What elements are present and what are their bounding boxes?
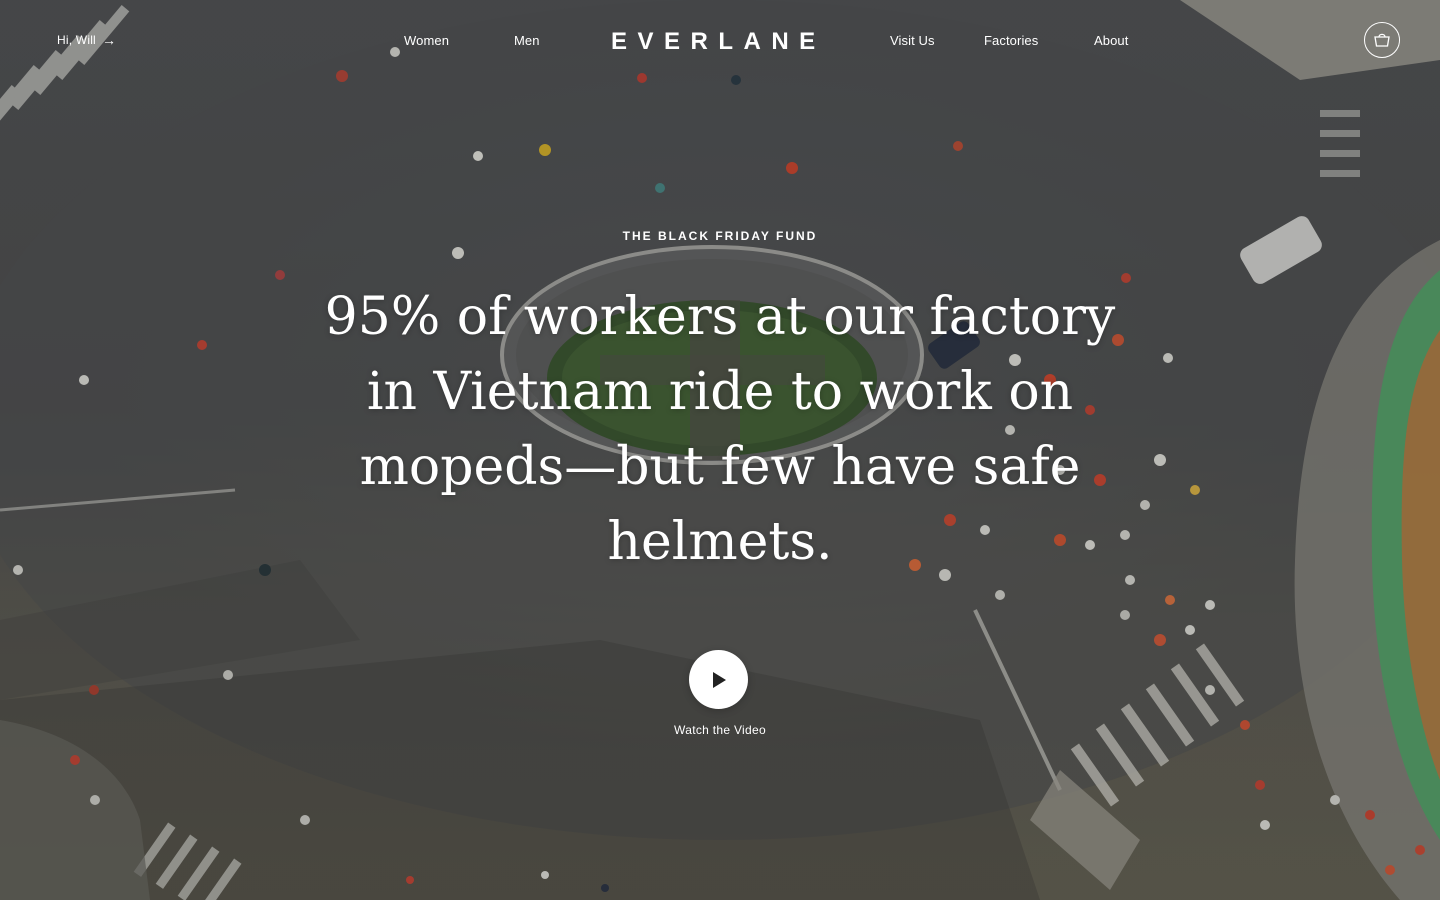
nav-link-visit-us[interactable]: Visit Us [890,33,935,48]
hero-eyebrow: THE BLACK FRIDAY FUND [622,229,818,243]
nav-link-factories[interactable]: Factories [984,33,1038,48]
nav-link-women[interactable]: Women [404,33,449,48]
nav-link-men[interactable]: Men [514,33,540,48]
greeting-text: Hi, Will [57,33,96,47]
site-header: Hi, Will → Women Men EVERLANE Visit Us F… [0,0,1440,84]
everlane-logo[interactable]: EVERLANE [611,28,829,56]
watch-video-label[interactable]: Watch the Video [0,723,1440,737]
account-greeting-link[interactable]: Hi, Will → [57,33,116,47]
play-icon [712,671,726,688]
arrow-right-icon: → [101,32,117,48]
cart-button[interactable] [1364,22,1400,58]
play-video-button[interactable] [689,650,748,709]
nav-link-about[interactable]: About [1094,33,1128,48]
cart-icon [1374,33,1390,47]
hero-headline: 95% of workers at our factory in Vietnam… [324,287,1116,572]
